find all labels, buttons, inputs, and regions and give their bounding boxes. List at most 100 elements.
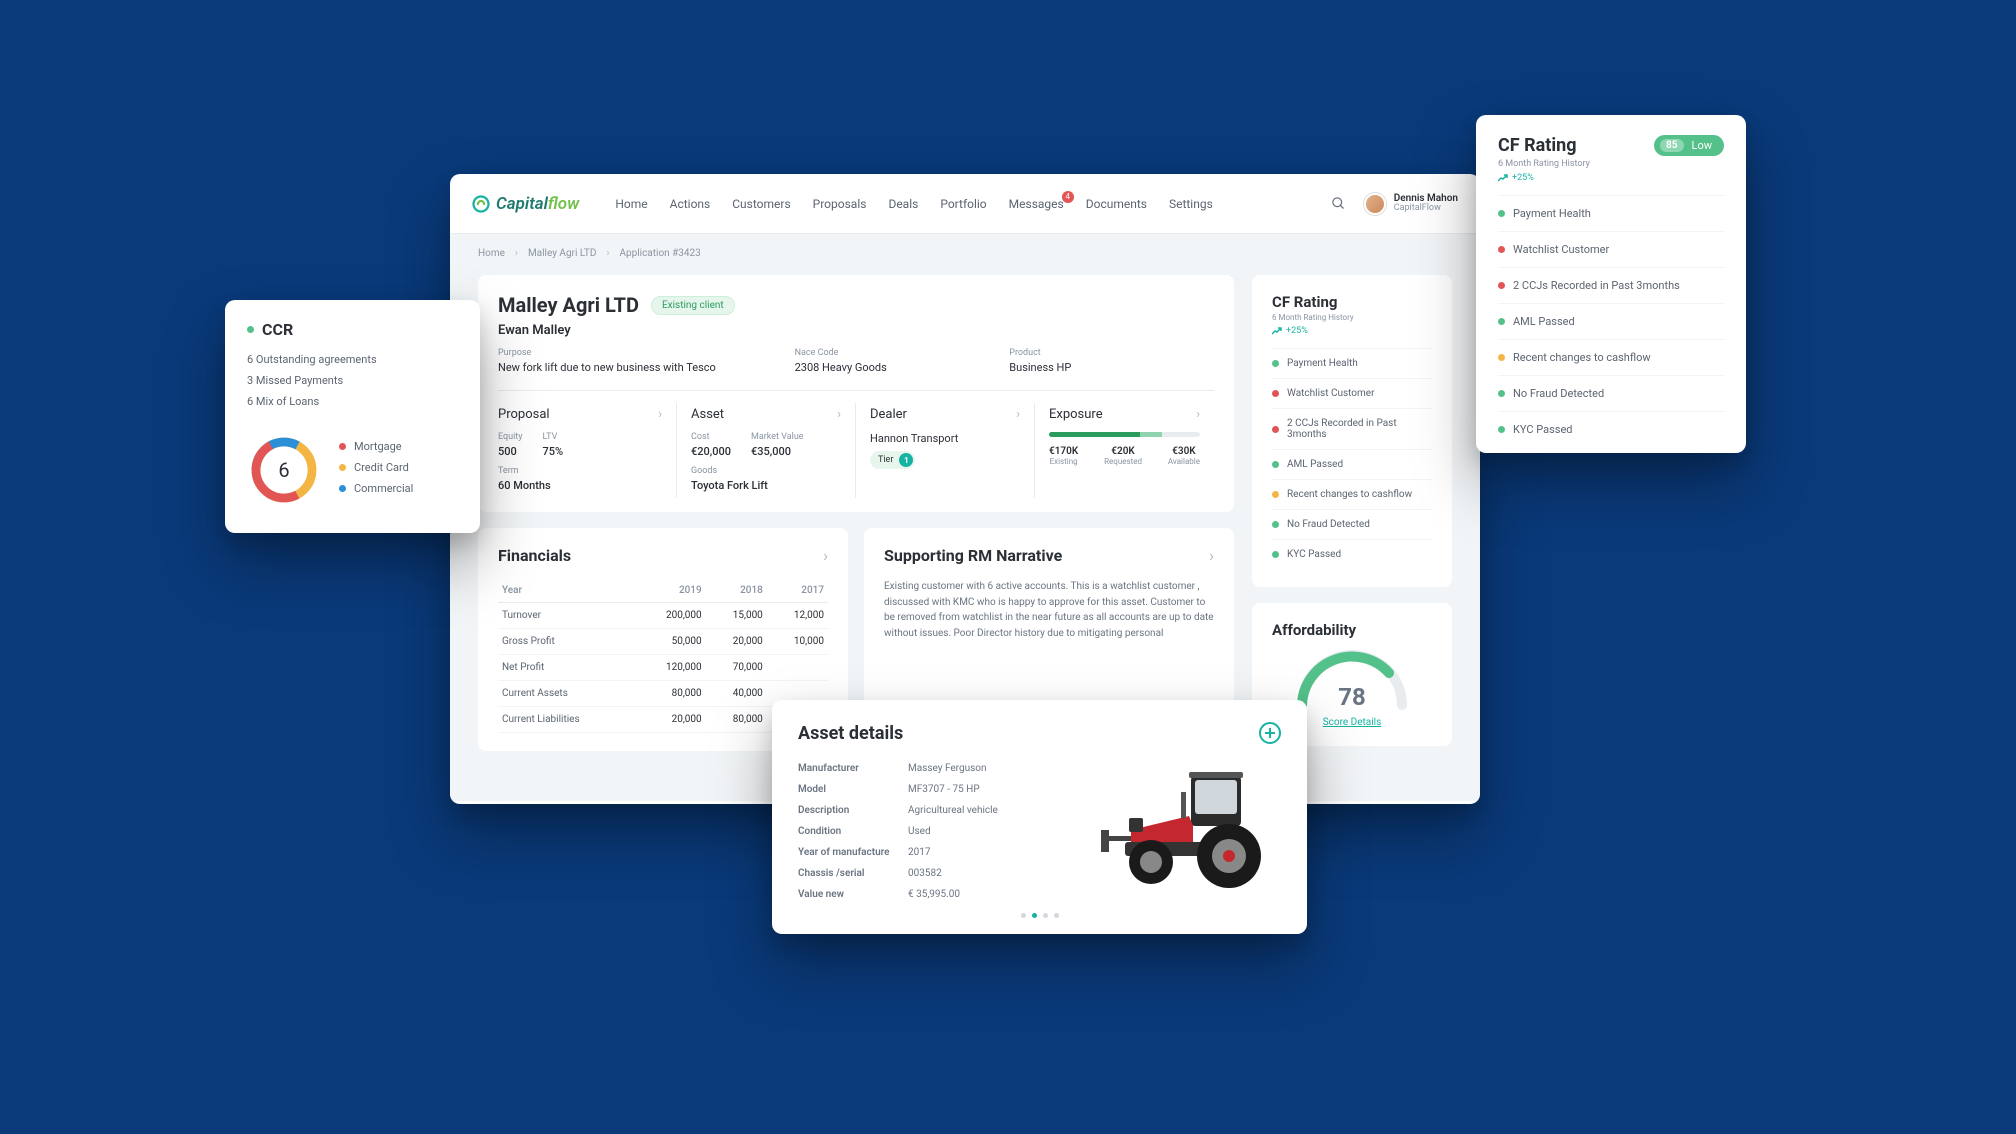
affordability-title: Affordability bbox=[1272, 621, 1432, 639]
table-row: Net Profit120,00070,000 bbox=[498, 655, 828, 681]
legend-item: Mortgage bbox=[339, 436, 413, 457]
status-dot-icon bbox=[1272, 491, 1279, 498]
status-dot-icon bbox=[1498, 390, 1505, 397]
chevron-right-icon: › bbox=[658, 407, 662, 422]
cf-rating-item: AML Passed bbox=[1498, 303, 1724, 339]
asset-spec-row: ManufacturerMassey Ferguson bbox=[798, 758, 1061, 779]
add-asset-button[interactable] bbox=[1259, 722, 1281, 744]
nav-portfolio[interactable]: Portfolio bbox=[940, 197, 986, 211]
purpose-value: New fork lift due to new business with T… bbox=[498, 361, 785, 374]
cf-rating-side-panel: CF Rating 6 Month Rating History +25% Pa… bbox=[1252, 275, 1452, 587]
asset-spec-row: Chassis /serial003582 bbox=[798, 863, 1061, 884]
cf-rating-popover: CF Rating 6 Month Rating History +25% 85… bbox=[1476, 115, 1746, 453]
top-nav: Home Actions Customers Proposals Deals P… bbox=[615, 197, 1212, 211]
legend-dot-icon bbox=[339, 443, 346, 450]
affordability-score: 78 bbox=[1292, 683, 1412, 711]
logo[interactable]: Capitalflow bbox=[472, 194, 579, 214]
cf-rating-item: Payment Health bbox=[1272, 348, 1432, 378]
cf-rating-item: KYC Passed bbox=[1498, 411, 1724, 447]
tab-exposure[interactable]: Exposure› bbox=[1049, 407, 1200, 422]
chevron-right-icon: › bbox=[606, 248, 609, 259]
chevron-right-icon[interactable]: › bbox=[1209, 546, 1214, 565]
asset-spec-row: Year of manufacture2017 bbox=[798, 842, 1061, 863]
purpose-label: Purpose bbox=[498, 348, 785, 358]
nav-actions[interactable]: Actions bbox=[670, 197, 711, 211]
asset-details-popover: Asset details ManufacturerMassey Ferguso… bbox=[772, 700, 1307, 934]
legend-item: Credit Card bbox=[339, 457, 413, 478]
user-menu[interactable]: Dennis Mahon CapitalFlow bbox=[1364, 193, 1458, 215]
crumb-application[interactable]: Application #3423 bbox=[619, 248, 700, 259]
cost-label: Cost bbox=[691, 432, 731, 442]
cf-rating-item: Watchlist Customer bbox=[1272, 378, 1432, 408]
goods-value: Toyota Fork Lift bbox=[691, 479, 841, 492]
crumb-home[interactable]: Home bbox=[478, 248, 505, 259]
status-dot-icon bbox=[247, 326, 254, 333]
cf-rating-item: AML Passed bbox=[1272, 449, 1432, 479]
contact-name: Ewan Malley bbox=[498, 323, 1214, 338]
ccr-count: 6 bbox=[247, 433, 321, 507]
nav-deals[interactable]: Deals bbox=[888, 197, 918, 211]
nav-settings[interactable]: Settings bbox=[1169, 197, 1213, 211]
status-dot-icon bbox=[1498, 246, 1505, 253]
ccr-popover: CCR 6 Outstanding agreements 3 Missed Pa… bbox=[225, 300, 480, 533]
risk-level: Low bbox=[1692, 139, 1712, 152]
asset-spec-row: Value new€ 35,995.00 bbox=[798, 884, 1061, 905]
tab-dealer[interactable]: Dealer› bbox=[870, 407, 1020, 422]
carousel-dots[interactable] bbox=[798, 913, 1281, 918]
breadcrumb: Home › Malley Agri LTD › Application #34… bbox=[450, 234, 1480, 265]
trend-up-icon bbox=[1498, 174, 1508, 182]
exposure-bar bbox=[1049, 432, 1200, 437]
financials-title: Financials bbox=[498, 546, 571, 565]
risk-score: 85 bbox=[1660, 139, 1683, 152]
nav-proposals[interactable]: Proposals bbox=[813, 197, 867, 211]
table-row: Turnover200,00015,00012,000 bbox=[498, 603, 828, 629]
status-dot-icon bbox=[1498, 354, 1505, 361]
legend-dot-icon bbox=[339, 485, 346, 492]
exposure-requested: €20K bbox=[1104, 446, 1142, 457]
tab-asset[interactable]: Asset› bbox=[691, 407, 841, 422]
exposure-available: €30K bbox=[1168, 446, 1200, 457]
market-value-label: Market Value bbox=[751, 432, 804, 442]
ccr-donut-chart: 6 bbox=[247, 433, 321, 507]
equity-value: 500 bbox=[498, 445, 523, 458]
tier-value: 1 bbox=[899, 453, 913, 467]
status-dot-icon bbox=[1498, 210, 1505, 217]
chevron-right-icon: › bbox=[1016, 407, 1020, 422]
application-header-card: Malley Agri LTD Existing client Ewan Mal… bbox=[478, 275, 1234, 512]
legend-item: Commercial bbox=[339, 478, 413, 499]
exposure-existing: €170K bbox=[1049, 446, 1078, 457]
crumb-company[interactable]: Malley Agri LTD bbox=[528, 248, 597, 259]
chevron-right-icon: › bbox=[515, 248, 518, 259]
nav-messages[interactable]: Messages4 bbox=[1009, 197, 1064, 211]
status-dot-icon bbox=[1272, 360, 1279, 367]
tab-proposal[interactable]: Proposal› bbox=[498, 407, 662, 422]
exposure-available-label: Available bbox=[1168, 457, 1200, 466]
ltv-label: LTV bbox=[543, 432, 564, 442]
plus-icon bbox=[1264, 727, 1276, 739]
cf-rating-title: CF Rating bbox=[1272, 293, 1432, 311]
cf-rating-item: No Fraud Detected bbox=[1272, 509, 1432, 539]
asset-details-title: Asset details bbox=[798, 723, 903, 744]
tier-toggle[interactable]: Tier 1 bbox=[870, 451, 915, 469]
cf-rating-title: CF Rating bbox=[1498, 135, 1590, 156]
term-label: Term bbox=[498, 466, 662, 476]
col-2018: 2018 bbox=[706, 579, 767, 603]
risk-level-pill: 85 Low bbox=[1654, 135, 1724, 156]
market-value: €35,000 bbox=[751, 445, 804, 458]
nav-customers[interactable]: Customers bbox=[732, 197, 790, 211]
cf-rating-item: 2 CCJs Recorded in Past 3months bbox=[1272, 408, 1432, 449]
nav-home[interactable]: Home bbox=[615, 197, 647, 211]
status-dot-icon bbox=[1272, 390, 1279, 397]
nav-documents[interactable]: Documents bbox=[1086, 197, 1147, 211]
tier-label: Tier bbox=[878, 455, 893, 465]
cf-rating-item: 2 CCJs Recorded in Past 3months bbox=[1498, 267, 1724, 303]
avatar bbox=[1364, 193, 1386, 215]
search-icon[interactable] bbox=[1331, 196, 1346, 211]
status-dot-icon bbox=[1272, 551, 1279, 558]
product-label: Product bbox=[1009, 348, 1214, 358]
cf-rating-trend: +25% bbox=[1272, 326, 1432, 336]
chevron-right-icon[interactable]: › bbox=[823, 546, 828, 565]
ccr-legend: MortgageCredit CardCommercial bbox=[339, 436, 413, 499]
exposure-requested-label: Requested bbox=[1104, 457, 1142, 466]
asset-spec-row: ModelMF3707 - 75 HP bbox=[798, 779, 1061, 800]
